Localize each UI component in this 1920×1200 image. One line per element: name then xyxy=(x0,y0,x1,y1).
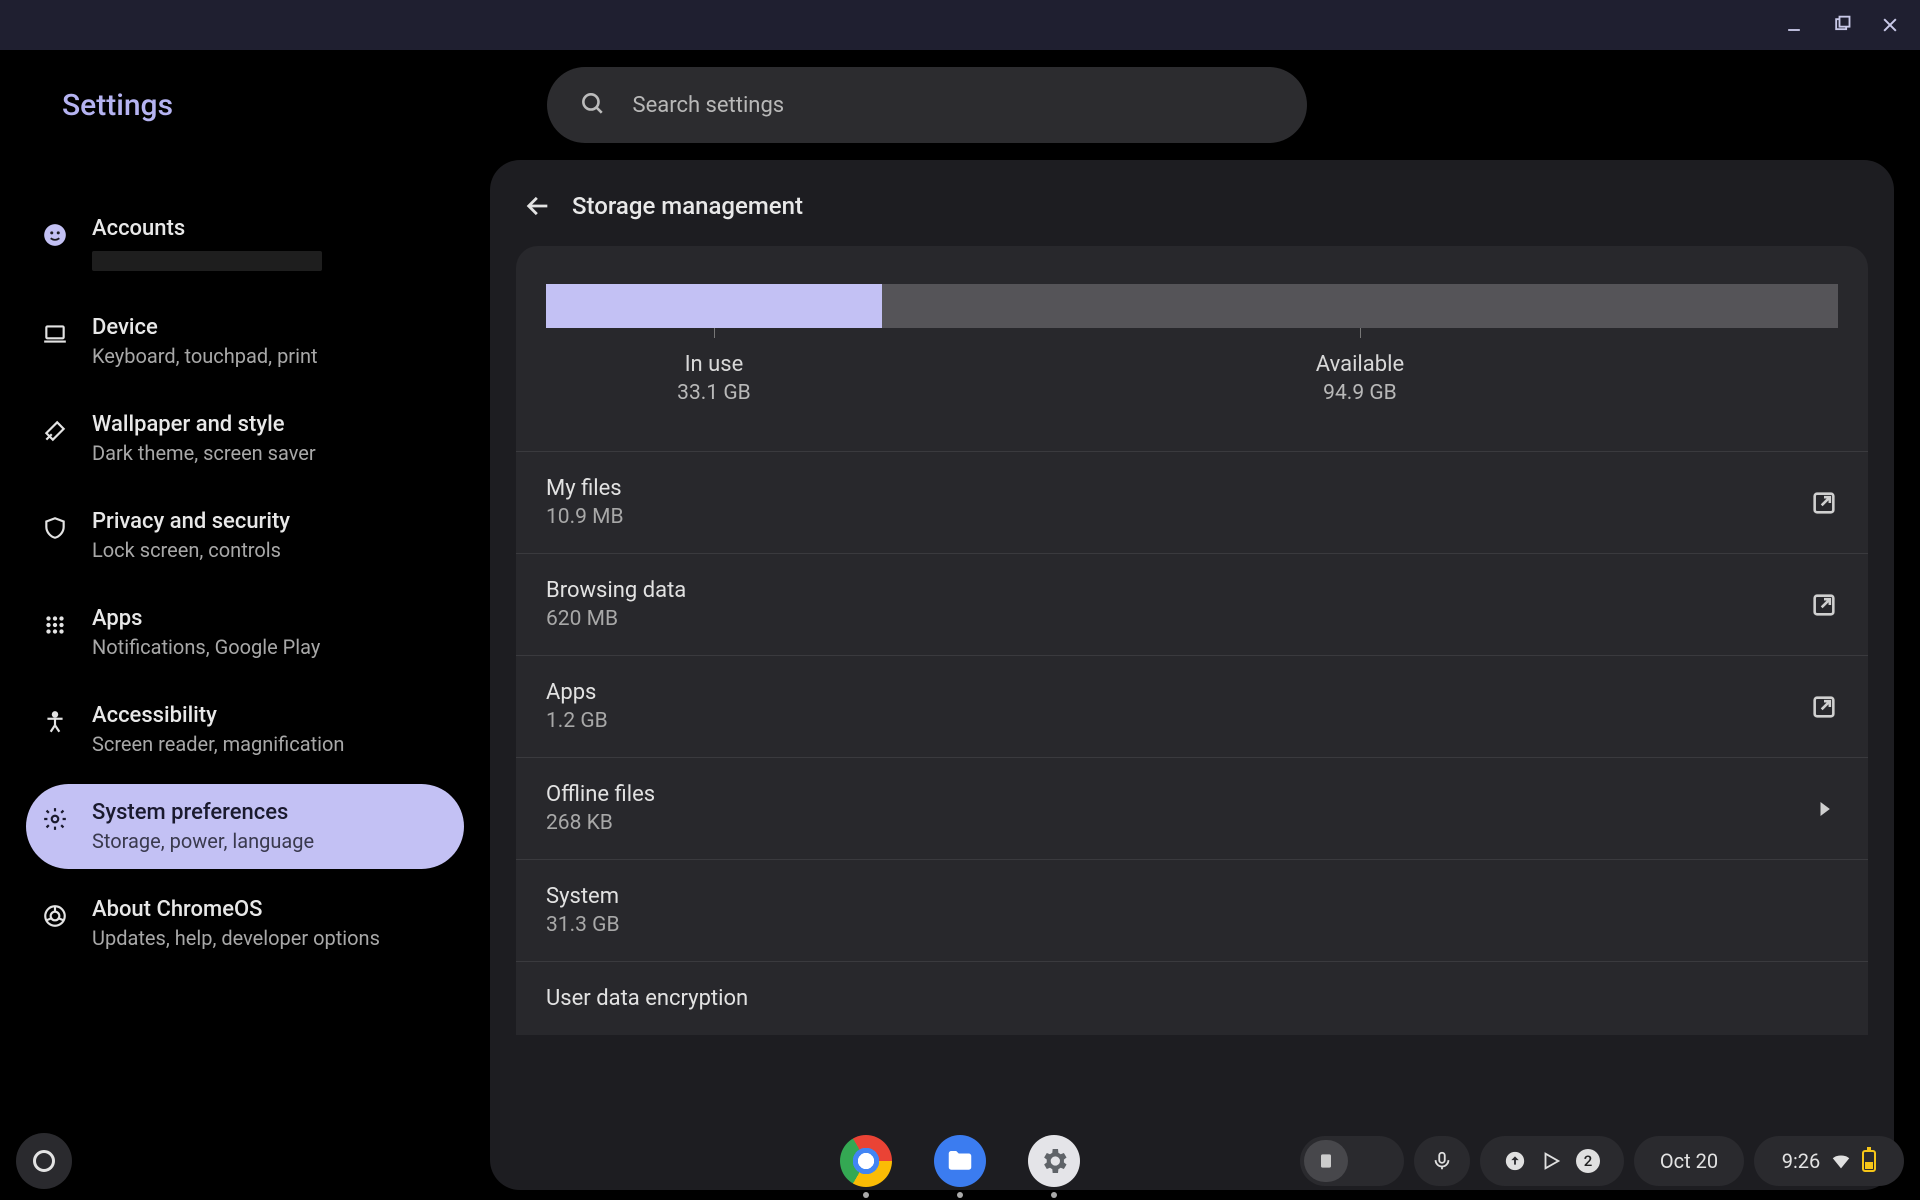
available-label: Available xyxy=(882,352,1838,377)
sidebar-item-sub: Lock screen, controls xyxy=(92,538,290,562)
available-value: 94.9 GB xyxy=(882,381,1838,405)
back-button[interactable] xyxy=(524,192,552,220)
sidebar-item-system-preferences[interactable]: System preferences Storage, power, langu… xyxy=(26,784,464,869)
sidebar-item-sub: Dark theme, screen saver xyxy=(92,441,316,465)
sidebar-item-sub: Updates, help, developer options xyxy=(92,926,380,950)
storage-row-title: Offline files xyxy=(546,782,655,807)
search-input[interactable] xyxy=(633,93,1275,118)
chrome-icon xyxy=(40,901,70,931)
window-maximize-button[interactable] xyxy=(1832,15,1852,35)
tray-mic-button[interactable] xyxy=(1414,1136,1470,1186)
sidebar-item-label: About ChromeOS xyxy=(92,897,380,922)
storage-row-title: User data encryption xyxy=(546,986,748,1011)
app-title: Settings xyxy=(62,88,173,123)
sidebar-item-label: Device xyxy=(92,315,318,340)
open-external-icon xyxy=(1810,591,1838,619)
storage-row-title: System xyxy=(546,884,620,909)
open-external-icon xyxy=(1810,693,1838,721)
tray-toggle[interactable] xyxy=(1300,1136,1404,1186)
storage-row-size: 31.3 GB xyxy=(546,913,620,937)
search-bar[interactable] xyxy=(547,67,1307,143)
open-external-icon xyxy=(1810,489,1838,517)
sidebar-item-wallpaper[interactable]: Wallpaper and style Dark theme, screen s… xyxy=(26,396,464,481)
window-minimize-button[interactable] xyxy=(1784,15,1804,35)
sidebar-item-apps[interactable]: Apps Notifications, Google Play xyxy=(26,590,464,675)
sidebar-item-sub: Notifications, Google Play xyxy=(92,635,320,659)
laptop-icon xyxy=(40,319,70,349)
sidebar-item-label: System preferences xyxy=(92,800,314,825)
shelf: 2 Oct 20 9:26 xyxy=(0,1122,1920,1200)
search-icon xyxy=(579,90,605,120)
tray-quick-settings[interactable]: 2 xyxy=(1480,1136,1624,1186)
storage-row-browsing-data[interactable]: Browsing data 620 MB xyxy=(516,553,1868,655)
account-icon xyxy=(40,220,70,250)
storage-row-title: Browsing data xyxy=(546,578,686,603)
storage-row-title: Apps xyxy=(546,680,608,705)
sidebar-item-sub: Keyboard, touchpad, print xyxy=(92,344,318,368)
tray-status[interactable]: 9:26 xyxy=(1754,1136,1904,1186)
sidebar-item-sub: Screen reader, magnification xyxy=(92,732,344,756)
chevron-right-icon xyxy=(1810,795,1838,823)
launcher-button[interactable] xyxy=(16,1133,72,1189)
sidebar-item-about[interactable]: About ChromeOS Updates, help, developer … xyxy=(26,881,464,966)
account-email-redacted xyxy=(92,251,322,271)
shield-icon xyxy=(40,513,70,543)
sidebar-item-device[interactable]: Device Keyboard, touchpad, print xyxy=(26,299,464,384)
storage-row-offline-files[interactable]: Offline files 268 KB xyxy=(516,757,1868,859)
upload-icon xyxy=(1504,1150,1526,1172)
brush-icon xyxy=(40,416,70,446)
files-app-icon[interactable] xyxy=(931,1132,989,1190)
tray-date[interactable]: Oct 20 xyxy=(1634,1136,1744,1186)
storage-row-size: 10.9 MB xyxy=(546,505,624,529)
storage-row-size: 1.2 GB xyxy=(546,709,608,733)
settings-panel: Storage management In use xyxy=(490,160,1894,1190)
play-icon xyxy=(1540,1150,1562,1172)
in-use-label: In use xyxy=(546,352,882,377)
chrome-app-icon[interactable] xyxy=(837,1132,895,1190)
accessibility-icon xyxy=(40,707,70,737)
storage-bar: In use 33.1 GB Available 94.9 GB xyxy=(516,246,1868,451)
storage-row-size: 268 KB xyxy=(546,811,655,835)
storage-row-my-files[interactable]: My files 10.9 MB xyxy=(516,451,1868,553)
storage-row-user-data-encryption: User data encryption xyxy=(516,961,1868,1035)
sidebar: Accounts Device Keyboard, touchpad, prin… xyxy=(0,160,490,1200)
in-use-value: 33.1 GB xyxy=(546,381,882,405)
sidebar-item-accessibility[interactable]: Accessibility Screen reader, magnificati… xyxy=(26,687,464,772)
sidebar-item-label: Apps xyxy=(92,606,320,631)
wifi-icon xyxy=(1830,1150,1852,1172)
settings-app-icon[interactable] xyxy=(1025,1132,1083,1190)
gear-icon xyxy=(40,804,70,834)
notification-badge: 2 xyxy=(1576,1149,1600,1173)
sidebar-item-accounts[interactable]: Accounts xyxy=(26,200,464,287)
sidebar-item-label: Accounts xyxy=(92,216,322,241)
sidebar-item-label: Accessibility xyxy=(92,703,344,728)
storage-row-apps[interactable]: Apps 1.2 GB xyxy=(516,655,1868,757)
panel-title: Storage management xyxy=(572,192,803,220)
storage-row-size: 620 MB xyxy=(546,607,686,631)
storage-row-title: My files xyxy=(546,476,624,501)
sidebar-item-label: Wallpaper and style xyxy=(92,412,316,437)
sidebar-item-label: Privacy and security xyxy=(92,509,290,534)
tray-time: 9:26 xyxy=(1782,1149,1821,1173)
grid-icon xyxy=(40,610,70,640)
sidebar-item-privacy[interactable]: Privacy and security Lock screen, contro… xyxy=(26,493,464,578)
storage-row-system: System 31.3 GB xyxy=(516,859,1868,961)
battery-icon xyxy=(1862,1150,1876,1172)
sidebar-item-sub: Storage, power, language xyxy=(92,829,314,853)
window-close-button[interactable] xyxy=(1880,15,1900,35)
